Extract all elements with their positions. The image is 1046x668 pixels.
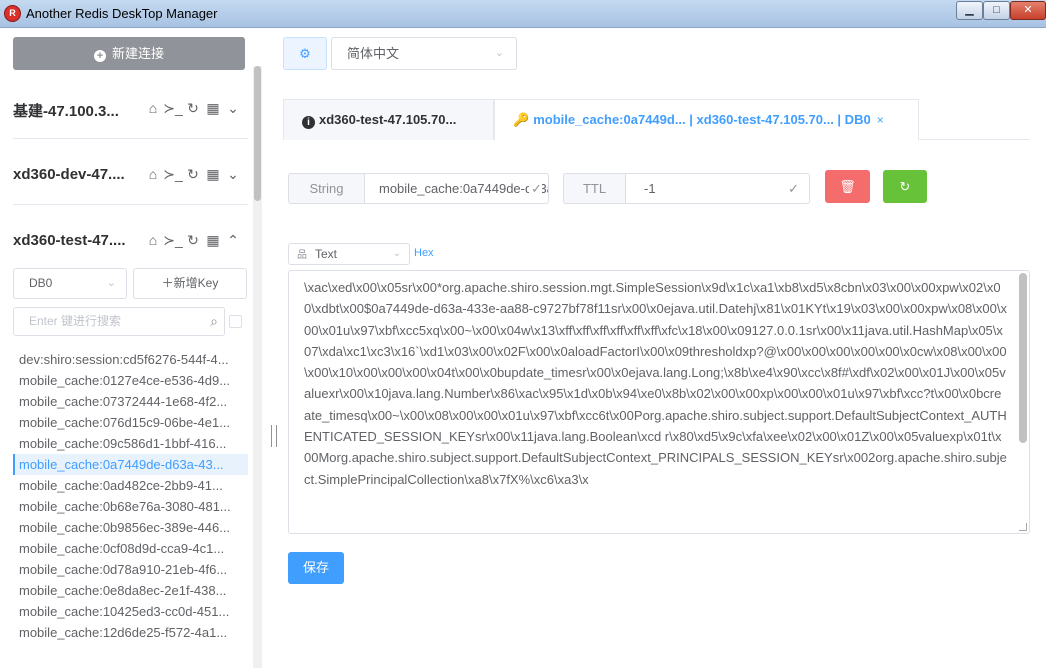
home-icon[interactable]: ⌂ <box>143 100 163 116</box>
chevron-down-icon: ⌄ <box>392 248 401 259</box>
sidebar-scrollbar[interactable] <box>253 66 262 668</box>
close-tab-icon[interactable]: × <box>877 113 884 127</box>
hex-label: Hex <box>414 247 434 259</box>
sidebar-resize-handle[interactable] <box>271 425 277 447</box>
exact-search-checkbox[interactable] <box>229 315 242 328</box>
divider <box>13 204 248 205</box>
key-icon: 🔑 <box>513 112 530 127</box>
info-icon: i <box>302 116 315 129</box>
connection-name: xd360-dev-47.... <box>13 166 125 183</box>
language-select[interactable]: 简体中文 ⌄ <box>331 37 517 70</box>
key-type-label: String <box>288 173 364 204</box>
trash-icon: 🗑 <box>839 179 856 194</box>
save-button[interactable]: 保存 <box>288 552 344 584</box>
chevron-down-icon[interactable]: ⌄ <box>223 166 243 183</box>
key-list-item[interactable]: mobile_cache:0e8da8ec-2e1f-438... <box>13 580 248 601</box>
chevron-down-icon[interactable]: ⌄ <box>223 100 243 117</box>
key-list-item[interactable]: mobile_cache:076d15c9-06be-4e1... <box>13 412 248 433</box>
view-format-select[interactable]: 品 Text ⌄ <box>288 243 410 265</box>
sidebar: + 新建连接 基建-47.100.3... ⌂ ≻_ ↻ ▦ ⌄ xd360-dev-47… <box>0 29 262 668</box>
db-select-value: DB0 <box>29 276 53 290</box>
delete-key-button[interactable]: 🗑 <box>825 170 870 203</box>
plus-circle-icon: + <box>93 50 106 62</box>
key-name-input[interactable]: mobile_cache:0a7449de-d63a-433e-aa88-c97… <box>364 173 549 204</box>
key-list-item[interactable]: mobile_cache:12d6de25-f572-4a1... <box>13 622 248 643</box>
new-connection-button[interactable]: + 新建连接 <box>13 37 245 70</box>
connection-name: 基建-47.100.3... <box>13 103 119 120</box>
gear-icon: ⚙ <box>299 46 311 61</box>
maximize-button[interactable]: □ <box>983 1 1010 20</box>
refresh-icon[interactable]: ↻ <box>183 232 203 249</box>
key-list-item[interactable]: mobile_cache:0d78a910-21eb-4f6... <box>13 559 248 580</box>
chevron-up-icon[interactable]: ⌃ <box>223 232 243 249</box>
value-textarea[interactable]: \xac\xed\x00\x05sr\x00*org.apache.shiro.… <box>288 270 1030 534</box>
check-icon[interactable]: ✓ <box>529 174 542 203</box>
tab-connection-status[interactable]: i xd360-test-47.105.70... <box>283 99 494 140</box>
connection-name: xd360-test-47.... <box>13 232 126 249</box>
chevron-down-icon: ⌄ <box>106 277 116 289</box>
key-list-item[interactable]: mobile_cache:0127e4ce-e536-4d9... <box>13 370 248 391</box>
view-format-value: Text <box>315 247 338 261</box>
value-scrollbar[interactable] <box>1019 273 1027 443</box>
key-list-item[interactable]: dev:shiro:session:cd5f6276-544f-4... <box>13 349 248 370</box>
terminal-icon[interactable]: ≻_ <box>163 232 183 249</box>
key-list-item[interactable]: mobile_cache:0ad482ce-2bb9-41... <box>13 475 248 496</box>
home-icon[interactable]: ⌂ <box>143 232 163 248</box>
search-placeholder: Enter 键进行搜索 <box>29 314 122 328</box>
key-list-item[interactable]: mobile_cache:0a7449de-d63a-43... <box>13 454 248 475</box>
grid-icon[interactable]: ▦ <box>203 166 223 183</box>
add-key-label: 新增Key <box>173 276 219 290</box>
window-title: Another Redis DeskTop Manager <box>26 6 218 21</box>
connection-item[interactable]: xd360-dev-47.... ⌂ ≻_ ↻ ▦ ⌄ <box>13 163 248 187</box>
refresh-icon[interactable]: ↻ <box>183 166 203 183</box>
tab-label: mobile_cache:0a7449d... | xd360-test-47.… <box>533 112 871 127</box>
grid-icon[interactable]: ▦ <box>203 232 223 249</box>
terminal-icon[interactable]: ≻_ <box>163 166 183 183</box>
key-list-item[interactable]: mobile_cache:09c586d1-1bbf-416... <box>13 433 248 454</box>
db-select[interactable]: DB0 ⌄ <box>13 268 127 299</box>
textarea-resize-handle[interactable] <box>1019 523 1027 531</box>
check-icon[interactable]: ✓ <box>788 174 799 203</box>
chevron-down-icon: ⌄ <box>494 47 504 59</box>
language-value: 简体中文 <box>347 46 400 61</box>
ttl-label: TTL <box>563 173 625 204</box>
tab-label: xd360-test-47.105.70... <box>319 112 457 127</box>
settings-button[interactable]: ⚙ <box>283 37 327 70</box>
ttl-value: -1 <box>644 181 656 196</box>
grid-icon[interactable]: ▦ <box>203 100 223 117</box>
key-list-item[interactable]: mobile_cache:0b9856ec-389e-446... <box>13 517 248 538</box>
key-name-value: mobile_cache:0a7449de-d63a-433e-aa88-c97… <box>379 181 548 196</box>
close-window-button[interactable]: ✕ <box>1010 1 1046 20</box>
value-text: \xac\xed\x00\x05sr\x00*org.apache.shiro.… <box>304 280 1007 487</box>
key-list-item[interactable]: mobile_cache:10425ed3-cc0d-451... <box>13 601 248 622</box>
new-connection-label: 新建连接 <box>111 46 164 61</box>
minimize-button[interactable]: ▁ <box>956 1 983 20</box>
connection-item[interactable]: 基建-47.100.3... ⌂ ≻_ ↻ ▦ ⌄ <box>13 97 248 121</box>
refresh-icon[interactable]: ↻ <box>183 100 203 117</box>
key-list-item[interactable]: mobile_cache:07372444-1e68-4f2... <box>13 391 248 412</box>
divider <box>13 138 248 139</box>
terminal-icon[interactable]: ≻_ <box>163 100 183 117</box>
key-list-item[interactable]: mobile_cache:0b68e76a-3080-481... <box>13 496 248 517</box>
format-tree-icon: 品 <box>297 250 307 261</box>
plus-icon: ＋ <box>161 276 174 290</box>
window-titlebar: R Another Redis DeskTop Manager ▁ □ ✕ <box>0 0 1046 28</box>
refresh-key-button[interactable]: ↻ <box>883 170 927 203</box>
key-list: dev:shiro:session:cd5f6276-544f-4... mobi… <box>13 349 248 643</box>
home-icon[interactable]: ⌂ <box>143 166 163 182</box>
tab-key-detail[interactable]: 🔑 mobile_cache:0a7449d... | xd360-test-47… <box>494 99 919 140</box>
app-logo-icon: R <box>4 5 21 22</box>
refresh-icon: ↻ <box>899 179 911 194</box>
tab-bar: i xd360-test-47.105.70... 🔑 mobile_cache:0… <box>283 99 1030 140</box>
connection-item[interactable]: xd360-test-47.... ⌂ ≻_ ↻ ▦ ⌃ <box>13 229 248 253</box>
key-search-input[interactable]: Enter 键进行搜索 ⌕ <box>13 307 225 336</box>
add-key-button[interactable]: ＋新增Key <box>133 268 247 299</box>
ttl-input[interactable]: -1 ✓ <box>625 173 810 204</box>
scrollbar-thumb[interactable] <box>254 66 261 201</box>
key-list-item[interactable]: mobile_cache:0cf08d9d-cca9-4c1... <box>13 538 248 559</box>
search-icon[interactable]: ⌕ <box>210 308 218 335</box>
